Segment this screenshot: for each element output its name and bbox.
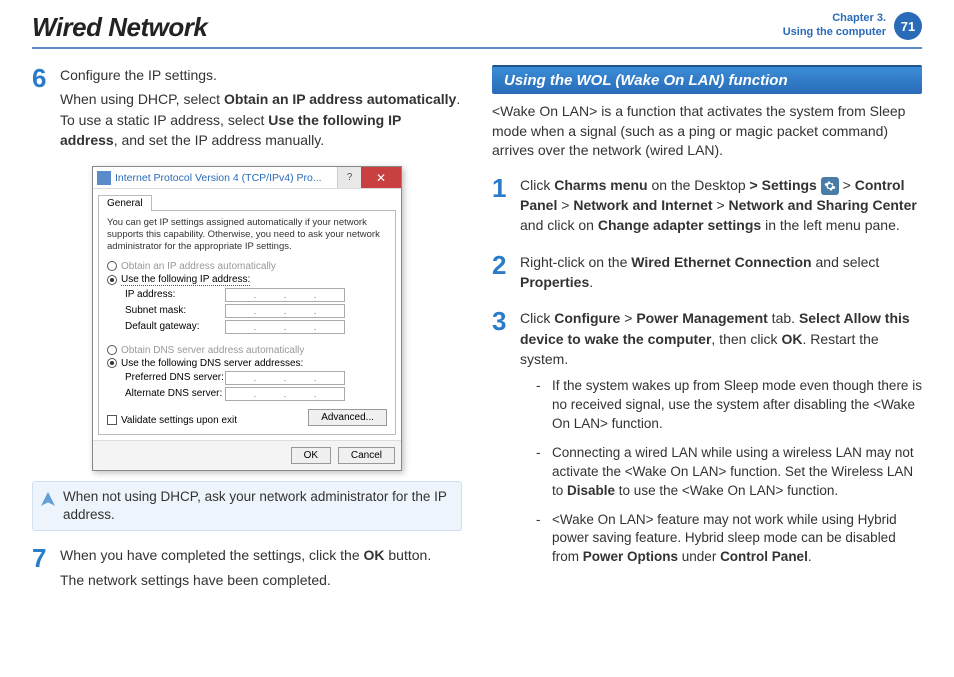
dialog-footer: OK Cancel	[93, 440, 401, 470]
wol-intro: <Wake On LAN> is a function that activat…	[492, 102, 922, 161]
step6-line2: When using DHCP, select Obtain an IP add…	[60, 89, 462, 150]
dialog-body: You can get IP settings assigned automat…	[98, 210, 396, 435]
ipv4-properties-dialog: Internet Protocol Version 4 (TCP/IPv4) P…	[92, 166, 402, 471]
radio-icon	[107, 275, 117, 285]
bullet-text: <Wake On LAN> feature may not work while…	[552, 511, 922, 568]
bullet-list: - If the system wakes up from Sleep mode…	[520, 377, 922, 567]
right-column: Using the WOL (Wake On LAN) function <Wa…	[492, 65, 922, 606]
subnet-label: Subnet mask:	[125, 305, 225, 316]
bullet-item: - Connecting a wired LAN while using a w…	[536, 444, 922, 501]
ip-address-input[interactable]: ...	[225, 288, 345, 302]
step-number: 1	[492, 175, 512, 240]
step-7: 7 When you have completed the settings, …	[32, 545, 462, 594]
page-title: Wired Network	[32, 12, 207, 43]
row-subnet: Subnet mask: ...	[125, 304, 387, 318]
tab-strip: General	[93, 189, 401, 210]
radio-label: Use the following DNS server addresses:	[121, 358, 303, 369]
chapter-line1: Chapter 3.	[783, 12, 886, 26]
note-box: When not using DHCP, ask your network ad…	[32, 481, 462, 531]
page-number-badge: 71	[894, 12, 922, 40]
dialog-icon	[97, 171, 111, 185]
gateway-label: Default gateway:	[125, 321, 225, 332]
wol-step-2: 2 Right-click on the Wired Ethernet Conn…	[492, 252, 922, 297]
wol-step-1: 1 Click Charms menu on the Desktop > Set…	[492, 175, 922, 240]
dash-icon: -	[536, 444, 544, 501]
ip-address-label: IP address:	[125, 289, 225, 300]
bullet-item: - <Wake On LAN> feature may not work whi…	[536, 511, 922, 568]
section-header-wol: Using the WOL (Wake On LAN) function	[492, 65, 922, 94]
step-body: Configure the IP settings. When using DH…	[60, 65, 462, 154]
gateway-input[interactable]: ...	[225, 320, 345, 334]
chapter-line2: Using the computer	[783, 26, 886, 40]
wol-step-3: 3 Click Configure > Power Management tab…	[492, 308, 922, 577]
chapter-block: Chapter 3. Using the computer 71	[783, 12, 922, 40]
step-6: 6 Configure the IP settings. When using …	[32, 65, 462, 154]
radio-use-following-ip[interactable]: Use the following IP address:	[107, 274, 387, 286]
cancel-button[interactable]: Cancel	[338, 447, 395, 464]
tab-general[interactable]: General	[98, 195, 152, 211]
subnet-input[interactable]: ...	[225, 304, 345, 318]
radio-icon	[107, 261, 117, 271]
dialog-titlebar: Internet Protocol Version 4 (TCP/IPv4) P…	[93, 167, 401, 189]
help-button[interactable]: ?	[337, 167, 361, 188]
step7-line1: When you have completed the settings, cl…	[60, 545, 462, 565]
step-body: Right-click on the Wired Ethernet Connec…	[520, 252, 922, 297]
step6-line1: Configure the IP settings.	[60, 65, 462, 85]
step-number: 7	[32, 545, 52, 594]
row-alt-dns: Alternate DNS server: ...	[125, 387, 387, 401]
step-body: Click Charms menu on the Desktop > Setti…	[520, 175, 922, 240]
preferred-dns-input[interactable]: ...	[225, 371, 345, 385]
step-number: 3	[492, 308, 512, 577]
radio-label: Use the following IP address:	[121, 274, 250, 286]
validate-label: Validate settings upon exit	[121, 415, 237, 426]
alt-dns-label: Alternate DNS server:	[125, 388, 225, 399]
dialog-description: You can get IP settings assigned automat…	[107, 217, 387, 253]
chapter-text: Chapter 3. Using the computer	[783, 12, 886, 40]
dash-icon: -	[536, 511, 544, 568]
step7-line2: The network settings have been completed…	[60, 570, 462, 590]
bullet-text: Connecting a wired LAN while using a wir…	[552, 444, 922, 501]
radio-label: Obtain DNS server address automatically	[121, 345, 304, 356]
radio-use-following-dns[interactable]: Use the following DNS server addresses:	[107, 358, 387, 369]
dash-icon: -	[536, 377, 544, 434]
validate-checkbox[interactable]: Validate settings upon exit	[107, 415, 237, 426]
radio-obtain-dns-auto[interactable]: Obtain DNS server address automatically	[107, 345, 387, 356]
bullet-item: - If the system wakes up from Sleep mode…	[536, 377, 922, 434]
dialog-title: Internet Protocol Version 4 (TCP/IPv4) P…	[115, 167, 337, 188]
row-ip-address: IP address: ...	[125, 288, 387, 302]
row-preferred-dns: Preferred DNS server: ...	[125, 371, 387, 385]
note-text: When not using DHCP, ask your network ad…	[63, 489, 447, 522]
radio-obtain-ip-auto[interactable]: Obtain an IP address automatically	[107, 261, 387, 272]
bullet-text: If the system wakes up from Sleep mode e…	[552, 377, 922, 434]
step-number: 2	[492, 252, 512, 297]
preferred-dns-label: Preferred DNS server:	[125, 372, 225, 383]
radio-icon	[107, 358, 117, 368]
row-gateway: Default gateway: ...	[125, 320, 387, 334]
radio-label: Obtain an IP address automatically	[121, 261, 276, 272]
alt-dns-input[interactable]: ...	[225, 387, 345, 401]
step-body: When you have completed the settings, cl…	[60, 545, 462, 594]
gear-icon	[821, 177, 839, 195]
radio-icon	[107, 345, 117, 355]
close-button[interactable]: ✕	[361, 167, 401, 188]
step-body: Click Configure > Power Management tab. …	[520, 308, 922, 577]
checkbox-icon	[107, 415, 117, 425]
dialog-screenshot: Internet Protocol Version 4 (TCP/IPv4) P…	[32, 166, 462, 471]
advanced-button[interactable]: Advanced...	[308, 409, 387, 426]
step-number: 6	[32, 65, 52, 154]
left-column: 6 Configure the IP settings. When using …	[32, 65, 462, 606]
ok-button[interactable]: OK	[291, 447, 331, 464]
page-header: Wired Network Chapter 3. Using the compu…	[32, 12, 922, 49]
